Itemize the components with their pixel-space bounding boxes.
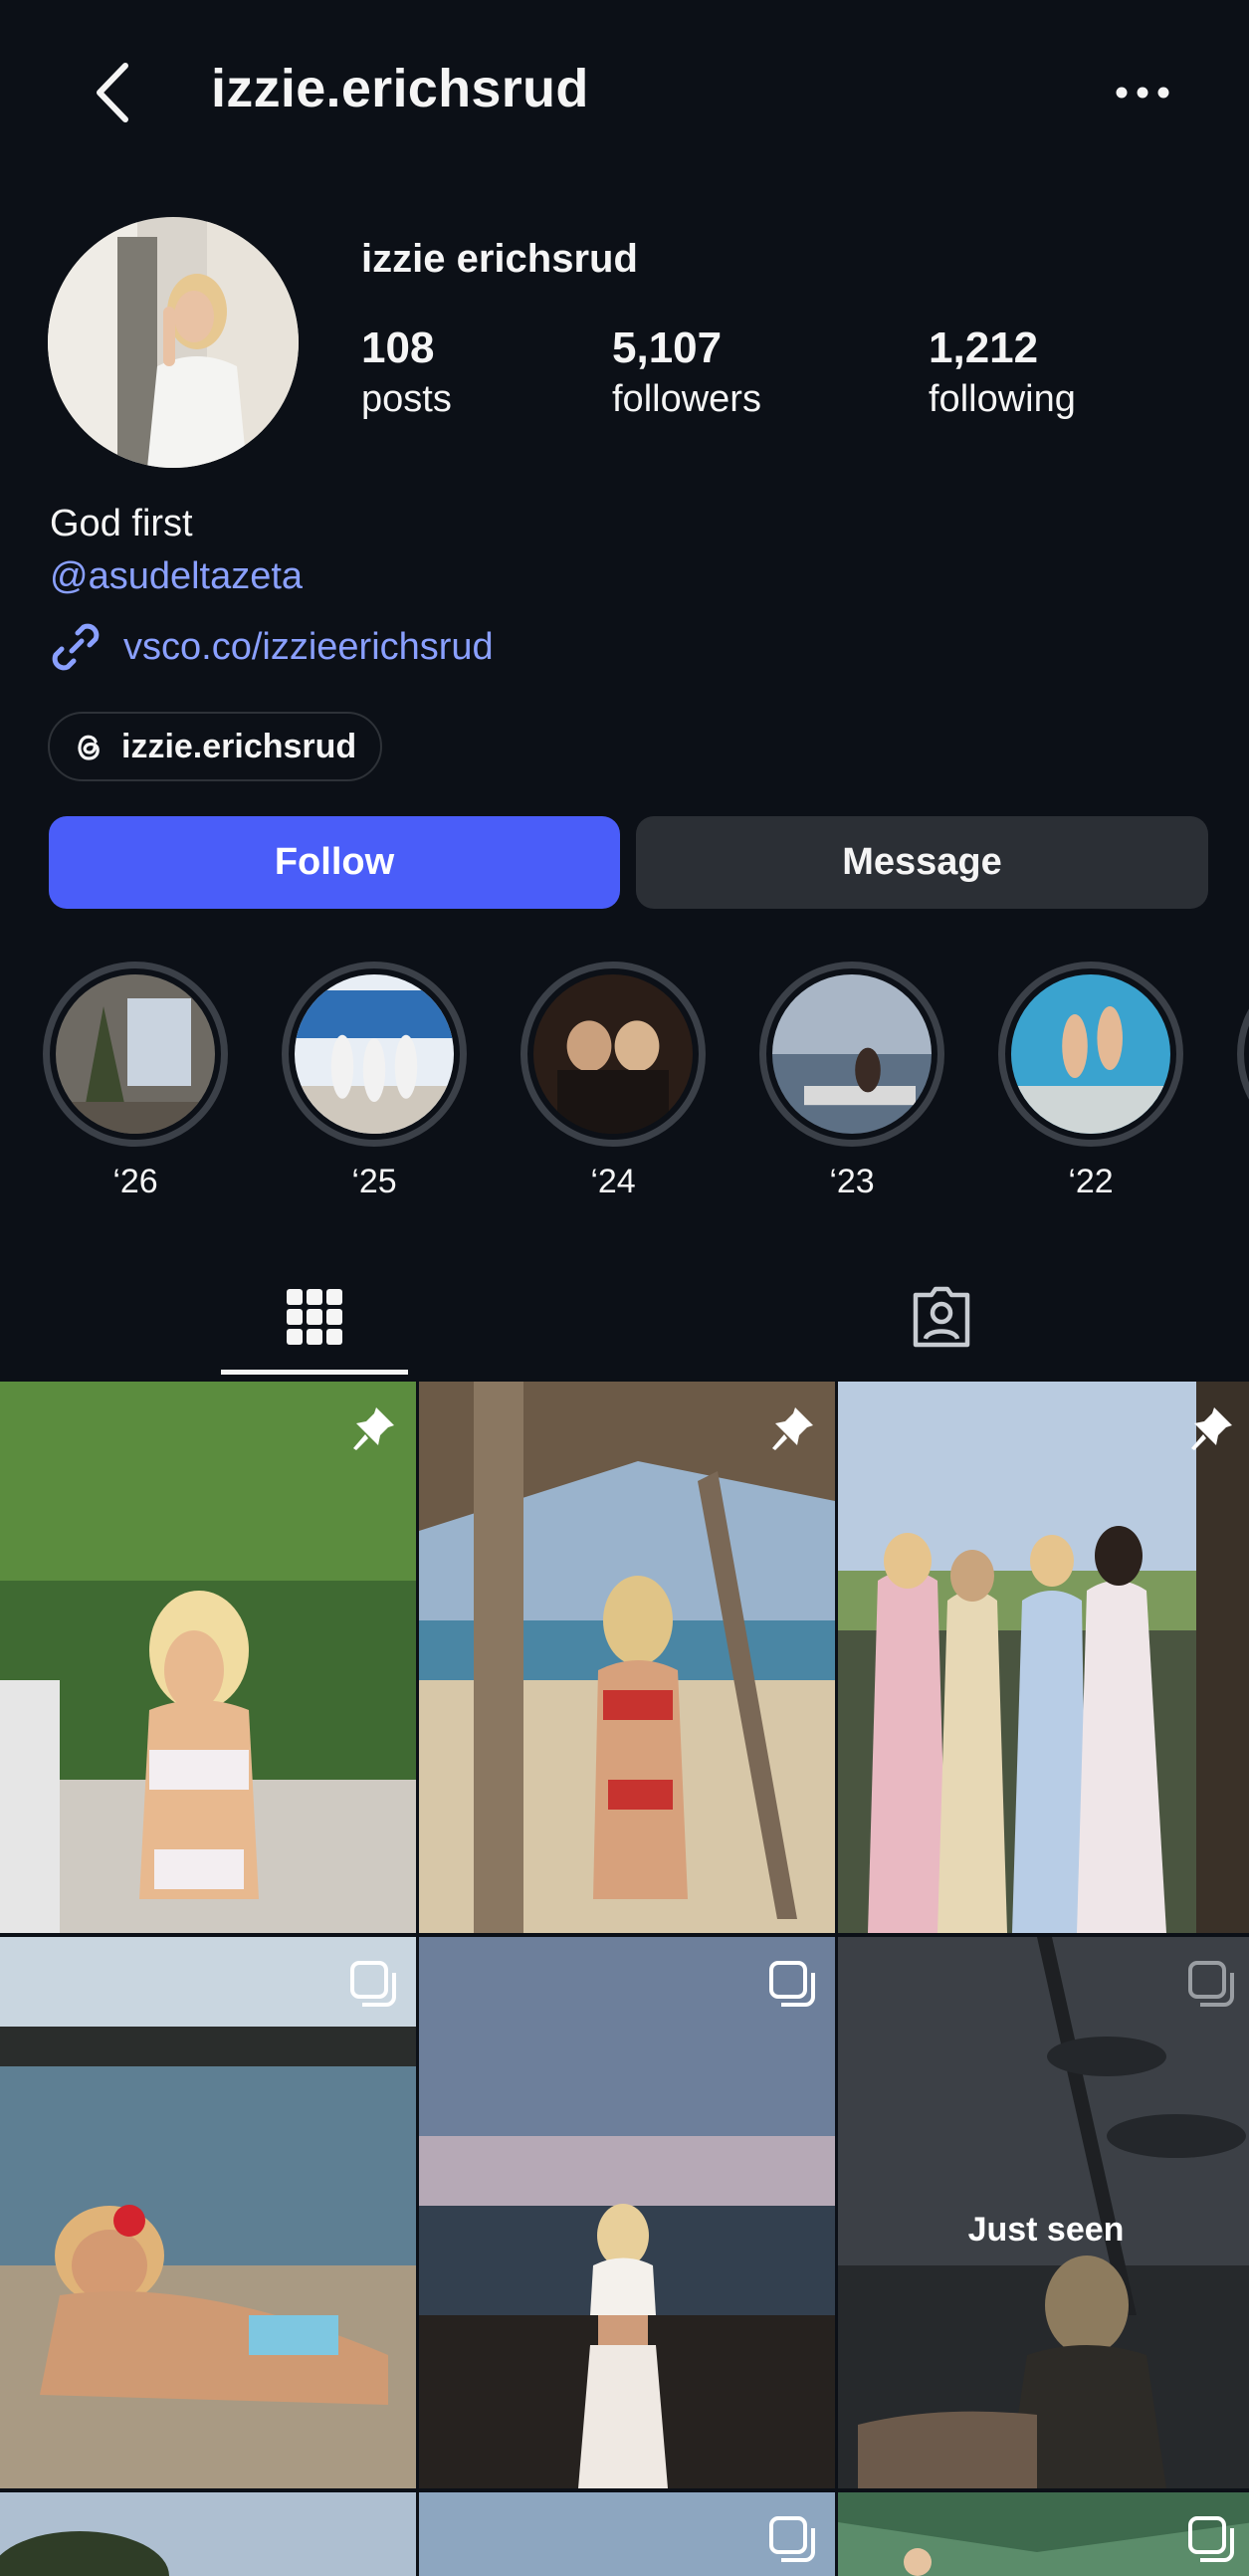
- pin-icon: [772, 1407, 813, 1450]
- carousel-icon: [1188, 1961, 1234, 2007]
- carousel-icon: [769, 1961, 815, 2007]
- following-label: following: [929, 378, 1076, 420]
- profile-photo: [48, 217, 299, 468]
- website-link-text: vsco.co/izzieerichsrud: [123, 625, 494, 668]
- threads-badge[interactable]: izzie.erichsrud: [48, 712, 383, 781]
- followers-label: followers: [612, 378, 761, 420]
- highlight-cover: [1011, 974, 1170, 1134]
- highlight-label: ‘26: [112, 1163, 158, 1200]
- highlight-label: ‘24: [590, 1163, 636, 1200]
- highlight-label: ‘25: [351, 1163, 397, 1200]
- highlight-cover: [533, 974, 693, 1134]
- more-horizontal-icon: [1116, 87, 1169, 99]
- post-image: [0, 1382, 416, 1933]
- post-tile[interactable]: [838, 2492, 1249, 2576]
- post-tile[interactable]: [0, 1382, 416, 1933]
- display-name: izzie erichsrud: [361, 237, 638, 281]
- bio-text: God first: [50, 503, 193, 544]
- post-image: [0, 1937, 416, 2488]
- carousel-icon: [350, 1961, 396, 2007]
- tab-tagged[interactable]: [842, 1254, 1041, 1379]
- more-options-button[interactable]: [1115, 78, 1170, 107]
- post-image: [838, 1382, 1249, 1933]
- website-link[interactable]: vsco.co/izzieerichsrud: [48, 619, 494, 675]
- highlight-cover: [772, 974, 932, 1134]
- tab-posts-grid[interactable]: [215, 1254, 414, 1379]
- post-tile[interactable]: [0, 2492, 416, 2576]
- post-tile[interactable]: [419, 2492, 835, 2576]
- story-highlight[interactable]: ‘23: [759, 962, 944, 1201]
- post-tile[interactable]: [0, 1937, 416, 2488]
- story-highlight[interactable]: ‘25: [282, 962, 467, 1201]
- follow-button[interactable]: Follow: [49, 816, 620, 909]
- carousel-icon: [769, 2516, 815, 2562]
- following-stat[interactable]: 1,212 following: [929, 321, 1076, 422]
- story-highlight[interactable]: [1237, 962, 1249, 1147]
- post-tile[interactable]: [419, 1382, 835, 1933]
- story-highlight[interactable]: ‘26: [43, 962, 228, 1201]
- story-highlight[interactable]: ‘24: [520, 962, 706, 1201]
- message-button[interactable]: Message: [636, 816, 1208, 909]
- following-count: 1,212: [929, 323, 1039, 372]
- chevron-left-icon: [97, 63, 128, 122]
- threads-icon: [78, 735, 100, 760]
- followers-count: 5,107: [612, 323, 723, 372]
- active-tab-indicator: [221, 1370, 408, 1375]
- pin-icon: [353, 1407, 394, 1450]
- carousel-icon: [1188, 2516, 1234, 2562]
- post-image: [419, 1382, 835, 1933]
- story-highlight[interactable]: ‘22: [998, 962, 1183, 1201]
- mention-link[interactable]: @asudeltazeta: [50, 555, 303, 598]
- post-tile[interactable]: [838, 1382, 1249, 1933]
- pin-icon: [1191, 1407, 1232, 1450]
- post-tile[interactable]: Just seen: [838, 1937, 1249, 2488]
- post-image: [0, 2492, 416, 2576]
- avatar[interactable]: [48, 217, 299, 468]
- just-seen-label: Just seen: [967, 2211, 1125, 2249]
- posts-stat[interactable]: 108 posts: [361, 321, 452, 422]
- followers-stat[interactable]: 5,107 followers: [612, 321, 761, 422]
- posts-count: 108: [361, 323, 435, 372]
- highlight-label: ‘22: [1068, 1163, 1114, 1200]
- page-title: izzie.erichsrud: [211, 59, 589, 118]
- highlight-label: ‘23: [829, 1163, 875, 1200]
- tagged-icon: [913, 1286, 970, 1347]
- post-image: [419, 1937, 835, 2488]
- link-icon: [52, 623, 100, 671]
- grid-icon: [287, 1288, 342, 1345]
- post-tile[interactable]: [419, 1937, 835, 2488]
- profile-header: izzie.erichsrud: [0, 0, 1249, 184]
- posts-label: posts: [361, 378, 452, 420]
- highlight-cover: [295, 974, 454, 1134]
- threads-handle: izzie.erichsrud: [121, 727, 357, 765]
- highlight-cover: [56, 974, 215, 1134]
- back-button[interactable]: [88, 58, 137, 127]
